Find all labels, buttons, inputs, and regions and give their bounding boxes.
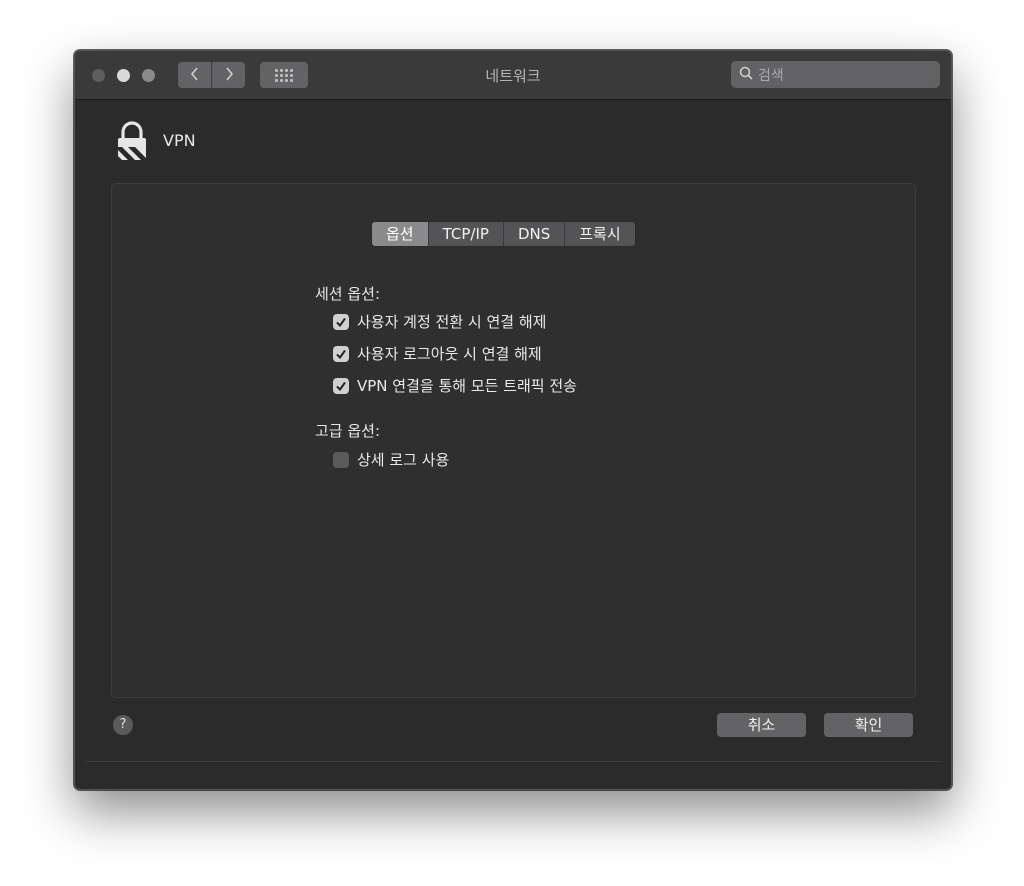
session-options-label: 세션 옵션: [315,285,381,303]
disconnect-on-user-switch-checkbox[interactable]: 사용자 계정 전환 시 연결 해제 [333,311,546,332]
tab-proxy[interactable]: 프록시 [565,222,634,246]
lock-icon [115,121,149,167]
checkmark-icon [336,349,346,359]
advanced-options-label: 고급 옵션: [315,422,381,440]
checkbox-box[interactable] [333,345,349,362]
checkbox-box[interactable] [333,377,349,394]
search-field[interactable]: 검색 [731,61,940,88]
send-all-traffic-checkbox[interactable]: VPN 연결을 통해 모든 트래픽 전송 [333,375,577,396]
options-panel [111,183,916,698]
verbose-logging-checkbox[interactable]: 상세 로그 사용 [333,449,449,470]
checkbox-box[interactable] [333,451,349,468]
checkbox-label: 상세 로그 사용 [357,451,450,469]
titlebar: 네트워크 검색 [75,51,951,100]
tab-options[interactable]: 옵션 [372,222,429,246]
network-preferences-window: 네트워크 검색 VPN 옵션 TCP/IP DNS 프록시 세션 옵션: 사용자… [74,50,952,790]
search-placeholder: 검색 [758,67,784,84]
divider [85,761,941,762]
checkmark-icon [336,317,346,327]
tab-bar: 옵션 TCP/IP DNS 프록시 [371,221,636,247]
checkbox-box[interactable] [333,313,349,330]
tab-dns[interactable]: DNS [504,222,566,246]
disconnect-on-logout-checkbox[interactable]: 사용자 로그아웃 시 연결 해제 [333,343,542,364]
ok-button[interactable]: 확인 [824,713,913,737]
search-icon [739,65,758,84]
tab-tcpip[interactable]: TCP/IP [429,222,504,246]
cancel-button[interactable]: 취소 [717,713,806,737]
checkbox-label: 사용자 로그아웃 시 연결 해제 [357,345,542,363]
main-content: VPN 옵션 TCP/IP DNS 프록시 세션 옵션: 사용자 계정 전환 시… [75,100,951,789]
checkbox-label: VPN 연결을 통해 모든 트래픽 전송 [357,377,577,395]
checkbox-label: 사용자 계정 전환 시 연결 해제 [357,313,547,331]
help-button[interactable]: ? [113,715,133,735]
checkmark-icon [336,381,346,391]
page-title: VPN [163,131,196,150]
